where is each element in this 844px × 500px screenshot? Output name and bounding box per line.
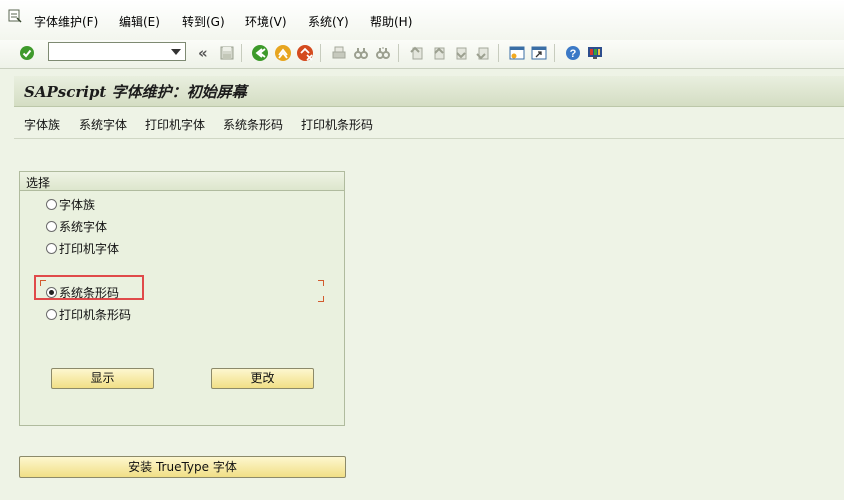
menu-bar: 字体维护(F) 编辑(E) 转到(G) 环境(V) 系统(Y) 帮助(H)	[0, 0, 844, 41]
system-font-button[interactable]: 系统字体	[79, 116, 127, 133]
toolbar-separator	[241, 44, 242, 62]
page-title: SAPscript 字体维护：初始屏幕	[24, 83, 247, 101]
save-icon[interactable]	[217, 43, 237, 63]
menu-environment[interactable]: 环境(V)	[245, 13, 287, 30]
radio-button-selected[interactable]	[46, 286, 57, 298]
change-button[interactable]: 更改	[211, 368, 314, 389]
radio-system-font[interactable]: 系统字体	[46, 218, 107, 234]
selection-group-header: 选择	[20, 172, 344, 191]
shortcut-icon[interactable]	[529, 43, 549, 63]
chevron-down-icon[interactable]	[171, 49, 181, 55]
radio-font-family[interactable]: 字体族	[46, 196, 95, 212]
printer-font-button[interactable]: 打印机字体	[145, 116, 205, 133]
collapse-chevron-icon[interactable]: «	[198, 44, 208, 62]
help-icon[interactable]: ?	[563, 43, 583, 63]
selection-group-title: 选择	[26, 176, 51, 190]
printer-barcode-button[interactable]: 打印机条形码	[301, 116, 373, 133]
system-menu-icon[interactable]	[8, 9, 22, 23]
menu-edit[interactable]: 编辑(E)	[119, 13, 160, 30]
font-family-button[interactable]: 字体族	[24, 116, 60, 133]
exit-icon[interactable]	[273, 43, 293, 63]
create-session-icon[interactable]	[507, 43, 527, 63]
command-input[interactable]	[52, 44, 170, 59]
toolbar-separator	[498, 44, 499, 62]
focus-corner	[318, 280, 324, 286]
last-page-icon[interactable]	[473, 43, 493, 63]
radio-button[interactable]	[46, 308, 57, 320]
menu-system[interactable]: 系统(Y)	[308, 13, 349, 30]
first-page-icon[interactable]	[407, 43, 427, 63]
cancel-icon[interactable]	[295, 43, 315, 63]
print-icon[interactable]	[329, 43, 349, 63]
radio-button[interactable]	[46, 198, 57, 210]
previous-page-icon[interactable]	[429, 43, 449, 63]
standard-toolbar: « ?	[0, 40, 844, 69]
application-toolbar: 字体族 系统字体 打印机字体 系统条形码 打印机条形码	[14, 108, 844, 139]
back-icon[interactable]	[250, 43, 270, 63]
menu-goto[interactable]: 转到(G)	[182, 13, 225, 30]
radio-printer-barcode[interactable]: 打印机条形码	[46, 306, 131, 322]
find-icon[interactable]	[351, 43, 371, 63]
menu-font-maintenance[interactable]: 字体维护(F)	[34, 13, 98, 30]
system-barcode-button[interactable]: 系统条形码	[223, 116, 283, 133]
focus-corner	[318, 296, 324, 302]
title-bar: SAPscript 字体维护：初始屏幕	[14, 76, 844, 107]
svg-text:?: ?	[570, 48, 577, 60]
radio-label: 系统字体	[59, 219, 108, 234]
radio-button[interactable]	[46, 242, 57, 254]
radio-button[interactable]	[46, 220, 57, 232]
enter-check-icon[interactable]	[17, 43, 37, 63]
radio-system-barcode[interactable]: 系统条形码	[46, 284, 119, 300]
find-next-icon[interactable]	[373, 43, 393, 63]
toolbar-separator	[554, 44, 555, 62]
display-button[interactable]: 显示	[51, 368, 154, 389]
command-field[interactable]	[48, 42, 186, 61]
menu-help[interactable]: 帮助(H)	[370, 13, 412, 30]
toolbar-separator	[320, 44, 321, 62]
install-truetype-button[interactable]: 安装 TrueType 字体	[19, 456, 346, 478]
selection-group: 选择 字体族 系统字体 打印机字体 系统条形码 打印机条形码 显示 更改	[19, 171, 345, 426]
radio-label: 打印机条形码	[59, 307, 132, 322]
radio-label: 字体族	[59, 197, 96, 212]
toolbar-separator	[398, 44, 399, 62]
radio-label: 系统条形码	[59, 285, 120, 300]
radio-printer-font[interactable]: 打印机字体	[46, 240, 119, 256]
next-page-icon[interactable]	[451, 43, 471, 63]
radio-label: 打印机字体	[59, 241, 120, 256]
customize-layout-icon[interactable]	[585, 43, 605, 63]
